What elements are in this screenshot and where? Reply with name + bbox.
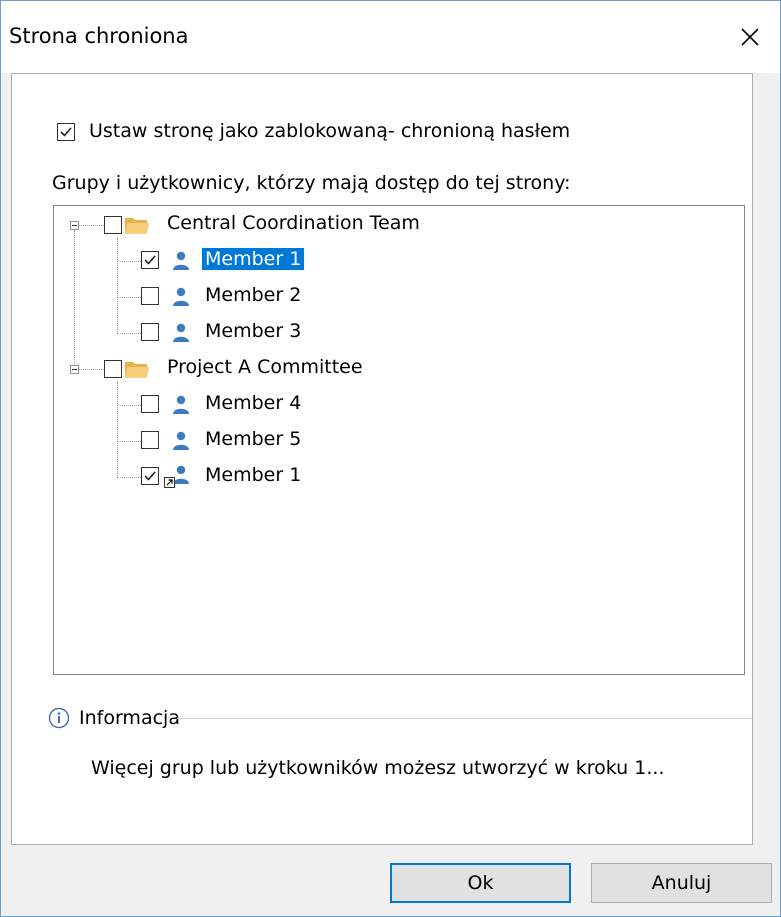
tree-connector: [117, 333, 141, 334]
title-bar: Strona chroniona: [1, 1, 780, 73]
tree-header-label: Grupy i użytkownicy, którzy mają dostęp …: [52, 172, 571, 194]
member-label[interactable]: Member 2: [202, 284, 304, 306]
shortcut-arrow-icon: [164, 477, 175, 488]
tree-connector: [79, 225, 104, 226]
close-button[interactable]: [720, 1, 780, 73]
protect-label[interactable]: Ustaw stronę jako zablokowaną- chronioną…: [89, 120, 570, 142]
member-checkbox[interactable]: [141, 323, 159, 341]
cancel-button[interactable]: Anuluj: [591, 863, 772, 903]
member-checkbox[interactable]: [141, 287, 159, 305]
user-icon: [173, 431, 189, 450]
tree-connector: [117, 405, 141, 406]
member-label[interactable]: Member 4: [202, 392, 304, 414]
group-label[interactable]: Project A Committee: [164, 356, 366, 378]
user-icon: [173, 251, 189, 270]
info-icon: [48, 707, 70, 729]
member-label[interactable]: Member 1: [202, 464, 304, 486]
info-title: Informacja: [79, 707, 180, 729]
user-icon: [173, 287, 189, 306]
user-icon: [173, 323, 189, 342]
tree-connector: [79, 369, 104, 370]
checkmark-icon: [60, 127, 72, 137]
tree-connector: [117, 477, 141, 478]
member-label[interactable]: Member 1: [202, 248, 305, 270]
tree-connector: [117, 238, 118, 334]
content-panel: Ustaw stronę jako zablokowaną- chronioną…: [11, 73, 753, 845]
dialog-title: Strona chroniona: [9, 24, 189, 48]
group-label[interactable]: Central Coordination Team: [164, 212, 423, 234]
collapse-toggle[interactable]: [70, 365, 79, 374]
user-icon: [173, 395, 189, 414]
member-checkbox[interactable]: [141, 467, 159, 485]
access-tree[interactable]: Central Coordination Team Member 1 Membe…: [53, 205, 745, 675]
tree-connector: [117, 261, 141, 262]
protected-page-dialog: Strona chroniona Ustaw stronę jako zablo…: [0, 0, 781, 917]
folder-icon: [125, 218, 149, 234]
group-checkbox[interactable]: [104, 360, 122, 378]
info-divider: [177, 718, 752, 719]
folder-icon: [125, 362, 149, 378]
member-label[interactable]: Member 5: [202, 428, 304, 450]
member-checkbox[interactable]: [141, 395, 159, 413]
ok-button[interactable]: Ok: [390, 863, 571, 903]
tree-connector: [117, 441, 141, 442]
close-icon: [741, 28, 759, 46]
info-text: Więcej grup lub użytkowników możesz utwo…: [91, 757, 665, 779]
group-checkbox[interactable]: [104, 216, 122, 234]
checkmark-icon: [144, 471, 156, 481]
tree-connector: [117, 297, 141, 298]
tree-connector: [117, 382, 118, 478]
collapse-toggle[interactable]: [70, 221, 79, 230]
protect-checkbox[interactable]: [57, 123, 75, 141]
member-checkbox[interactable]: [141, 431, 159, 449]
tree-connector: [74, 230, 75, 372]
member-label[interactable]: Member 3: [202, 320, 304, 342]
checkmark-icon: [144, 255, 156, 265]
member-checkbox[interactable]: [141, 251, 159, 269]
